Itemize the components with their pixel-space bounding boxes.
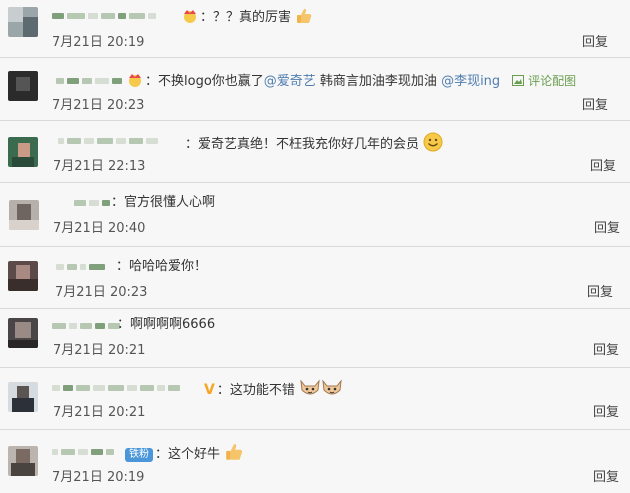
cat-face-icon <box>300 379 320 395</box>
avatar[interactable] <box>8 318 38 348</box>
fan-badge: 铁粉 <box>125 448 153 462</box>
reply-button[interactable]: 回复 <box>593 405 619 421</box>
comment-item: ：不换logo你也赢了@爱奇艺 韩商言加油李现加油 @李现ing 评论配图 7月… <box>0 58 630 121</box>
timestamp: 7月21日 20:19 <box>52 470 145 485</box>
timestamp: 7月21日 22:13 <box>53 159 146 174</box>
comment-text: ：不换logo你也赢了@爱奇艺 韩商言加油李现加油 @李现ing 评论配图 <box>125 72 576 91</box>
timestamp: 7月21日 20:23 <box>55 285 148 300</box>
timestamp: 7月21日 20:19 <box>52 35 145 50</box>
reply-button[interactable]: 回复 <box>582 98 608 114</box>
comment-picture-link[interactable]: 评论配图 <box>512 74 576 88</box>
crown-icon <box>129 74 141 87</box>
timestamp: 7月21日 20:21 <box>53 405 146 420</box>
thumbs-up-icon <box>297 8 312 23</box>
comment-text: ：爱奇艺真绝！不枉我充你好几年的会员 <box>185 132 443 154</box>
username[interactable] <box>58 134 158 148</box>
username[interactable] <box>52 9 156 23</box>
comment-item: V ：这功能不错 7月21日 20:21 回复 <box>0 368 630 430</box>
vip-badge: V <box>204 382 215 398</box>
avatar[interactable] <box>8 137 38 167</box>
username[interactable] <box>56 260 105 274</box>
mention-link[interactable]: @李现ing <box>441 74 500 89</box>
comment-list: ：？？真的厉害 7月21日 20:19 回复 ：不换logo你也赢了@爱奇艺 韩… <box>0 0 630 493</box>
comment-item: ：哈哈哈爱你！ 7月21日 20:23 回复 <box>0 247 630 309</box>
comment-item: ：啊啊啊啊6666 7月21日 20:21 回复 <box>0 309 630 368</box>
comment-text: ：哈哈哈爱你！ <box>116 259 208 274</box>
timestamp: 7月21日 20:23 <box>52 98 145 113</box>
reply-button[interactable]: 回复 <box>587 285 613 301</box>
username[interactable] <box>56 74 122 88</box>
username[interactable] <box>52 381 180 395</box>
comment-item: ：官方很懂人心啊 7月21日 20:40 回复 <box>0 183 630 247</box>
comment-item: ：爱奇艺真绝！不枉我充你好几年的会员 7月21日 22:13 回复 <box>0 121 630 183</box>
crown-icon <box>184 10 196 23</box>
comment-item: 铁粉 ：这个好牛 7月21日 20:19 回复 <box>0 430 630 493</box>
username[interactable] <box>52 445 114 459</box>
avatar[interactable] <box>8 261 38 291</box>
comment-text: ：？？真的厉害 <box>180 7 313 27</box>
mention-link[interactable]: @爱奇艺 <box>264 74 316 89</box>
username[interactable] <box>52 319 120 333</box>
reply-button[interactable]: 回复 <box>593 343 619 359</box>
comment-text: 铁粉 ：这个好牛 <box>123 442 244 464</box>
reply-button[interactable]: 回复 <box>594 221 620 237</box>
picture-icon <box>512 75 525 86</box>
comment-text: V ：这功能不错 <box>202 378 343 400</box>
reply-button[interactable]: 回复 <box>590 159 616 175</box>
comment-text: ：啊啊啊啊6666 <box>117 317 216 332</box>
cat-face-icon <box>322 379 342 395</box>
timestamp: 7月21日 20:40 <box>53 221 146 236</box>
reply-button[interactable]: 回复 <box>593 470 619 486</box>
avatar[interactable] <box>8 446 38 476</box>
comment-text: ：官方很懂人心啊 <box>111 195 216 210</box>
username[interactable] <box>74 196 110 210</box>
avatar[interactable] <box>8 7 38 37</box>
avatar[interactable] <box>8 71 38 101</box>
comment-item: ：？？真的厉害 7月21日 20:19 回复 <box>0 0 630 58</box>
reply-button[interactable]: 回复 <box>582 35 608 51</box>
timestamp: 7月21日 20:21 <box>53 343 146 358</box>
smile-icon <box>423 132 443 152</box>
avatar[interactable] <box>8 382 38 412</box>
thumbs-up-icon <box>226 443 243 460</box>
avatar[interactable] <box>9 200 39 230</box>
